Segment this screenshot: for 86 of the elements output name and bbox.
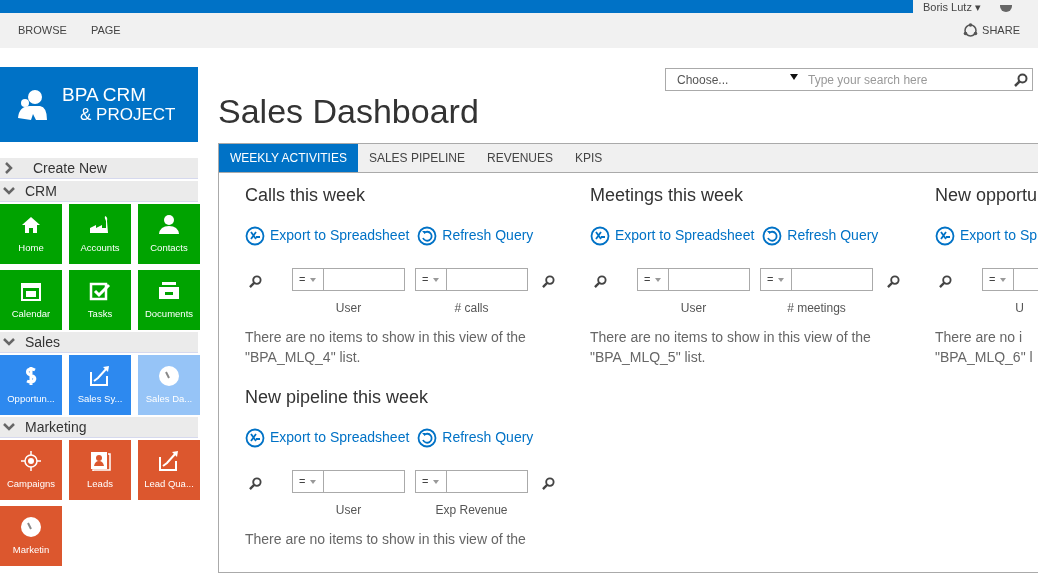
empty-message: There are no items to show in this view of the "BPA_MLQ_4" list. — [245, 328, 527, 367]
action-link[interactable]: Refresh Query — [787, 225, 879, 246]
filter-field[interactable]: = — [415, 268, 528, 291]
webpart-title: Calls this week — [245, 184, 367, 207]
action-link[interactable]: Export to Spreadsheet — [270, 225, 410, 246]
filter-field[interactable]: = — [982, 268, 1038, 291]
action-link[interactable]: Export to Spreadsheet — [270, 427, 410, 448]
search-icon[interactable] — [249, 275, 262, 288]
nav-section-header[interactable]: Marketing — [0, 417, 198, 438]
search-scope[interactable]: Choose... — [677, 70, 729, 89]
column-label: Exp Revenue — [435, 502, 508, 519]
webpart-title: New pipeline this week — [245, 386, 430, 409]
column-label: # calls — [454, 300, 489, 317]
nav-tile[interactable]: Leads — [69, 440, 131, 500]
gauge-icon — [157, 363, 181, 388]
search-icon[interactable] — [594, 275, 607, 288]
nav-tile[interactable]: Calendar — [0, 270, 62, 330]
share-icon[interactable] — [963, 23, 979, 38]
search-icon[interactable] — [887, 275, 900, 288]
settings-icon[interactable] — [998, 5, 1013, 13]
nav-section-header[interactable]: Create New — [0, 158, 198, 179]
people-icon — [16, 87, 48, 122]
nav-tile[interactable]: Accounts — [69, 204, 131, 264]
share-button[interactable]: SHARE — [982, 22, 1020, 39]
target-icon — [19, 448, 43, 473]
search-icon[interactable] — [542, 275, 555, 288]
action-link[interactable]: Export to Spreadsheet — [615, 225, 755, 246]
search-icon[interactable] — [939, 275, 952, 288]
export-icon[interactable] — [245, 427, 265, 448]
empty-message: There are no items to show in this view of the — [245, 530, 527, 549]
action-link[interactable]: Refresh Query — [442, 427, 534, 448]
ribbon-tab[interactable]: BROWSE — [18, 22, 67, 39]
column-label: User — [335, 502, 362, 519]
export-icon[interactable] — [590, 225, 610, 246]
tab[interactable]: REVENUES — [476, 144, 564, 172]
nav-tile[interactable]: Campaigns — [0, 440, 62, 500]
column-label: User — [680, 300, 707, 317]
nav-section-header[interactable]: Sales — [0, 332, 198, 353]
chart-icon — [157, 448, 181, 473]
nav-tile[interactable]: Opportun... — [0, 355, 62, 415]
nav-tile[interactable]: Marketin — [0, 506, 62, 566]
filter-field[interactable]: = — [760, 268, 873, 291]
refresh-icon[interactable] — [417, 225, 438, 246]
action-link[interactable]: Refresh Query — [442, 225, 534, 246]
tab[interactable]: SALES PIPELINE — [357, 144, 476, 172]
chevron-icon[interactable] — [3, 336, 15, 348]
export-icon[interactable] — [245, 225, 265, 246]
nav-tile[interactable]: Sales Sy... — [69, 355, 131, 415]
chevron-icon[interactable] — [3, 185, 15, 197]
ribbon-tab[interactable]: PAGE — [90, 22, 121, 39]
chevron-icon[interactable] — [3, 162, 15, 174]
gauge-icon — [19, 514, 43, 539]
logo-text: & PROJECT — [79, 105, 176, 124]
action-link[interactable]: Export to Sp — [960, 225, 1038, 246]
search-icon[interactable] — [542, 477, 555, 490]
search-icon[interactable] — [249, 477, 262, 490]
column-label: User — [335, 300, 362, 317]
nav-section-header[interactable]: CRM — [0, 181, 198, 202]
refresh-icon[interactable] — [762, 225, 783, 246]
refresh-icon[interactable] — [417, 427, 438, 448]
tab[interactable]: KPIS — [564, 144, 614, 172]
logo-text: BPA CRM — [62, 85, 148, 105]
filter-field[interactable]: = — [637, 268, 750, 291]
filter-field[interactable]: = — [292, 268, 405, 291]
webpart-title: New opportu — [935, 184, 1035, 207]
webpart-title: Meetings this week — [590, 184, 745, 207]
chart-icon — [88, 363, 112, 388]
search-field[interactable]: Choose... Type your search here — [665, 68, 1033, 91]
filter-field[interactable]: = — [292, 470, 405, 493]
tab[interactable]: WEEKLY ACTIVITIES — [219, 144, 358, 172]
column-label: U — [1015, 300, 1024, 317]
search-icon[interactable] — [1014, 72, 1028, 87]
nav-tile[interactable]: Documents — [138, 270, 200, 330]
empty-message: There are no i "BPA_MLQ_6" l — [935, 328, 1034, 367]
page-title: Sales Dashboard — [218, 91, 480, 131]
column-label: # meetings — [787, 300, 846, 317]
chevron-icon[interactable] — [3, 421, 15, 433]
site-logo[interactable]: BPA CRM & PROJECT — [0, 67, 198, 142]
export-icon[interactable] — [935, 225, 955, 246]
nav-tile[interactable]: Home — [0, 204, 62, 264]
filter-field[interactable]: = — [415, 470, 528, 493]
person-icon — [157, 212, 181, 237]
nav-tile[interactable]: Contacts — [138, 204, 200, 264]
nav-tile[interactable]: Tasks — [69, 270, 131, 330]
nav-tile[interactable]: Lead Qua... — [138, 440, 200, 500]
empty-message: There are no items to show in this view of the "BPA_MLQ_5" list. — [590, 328, 872, 367]
